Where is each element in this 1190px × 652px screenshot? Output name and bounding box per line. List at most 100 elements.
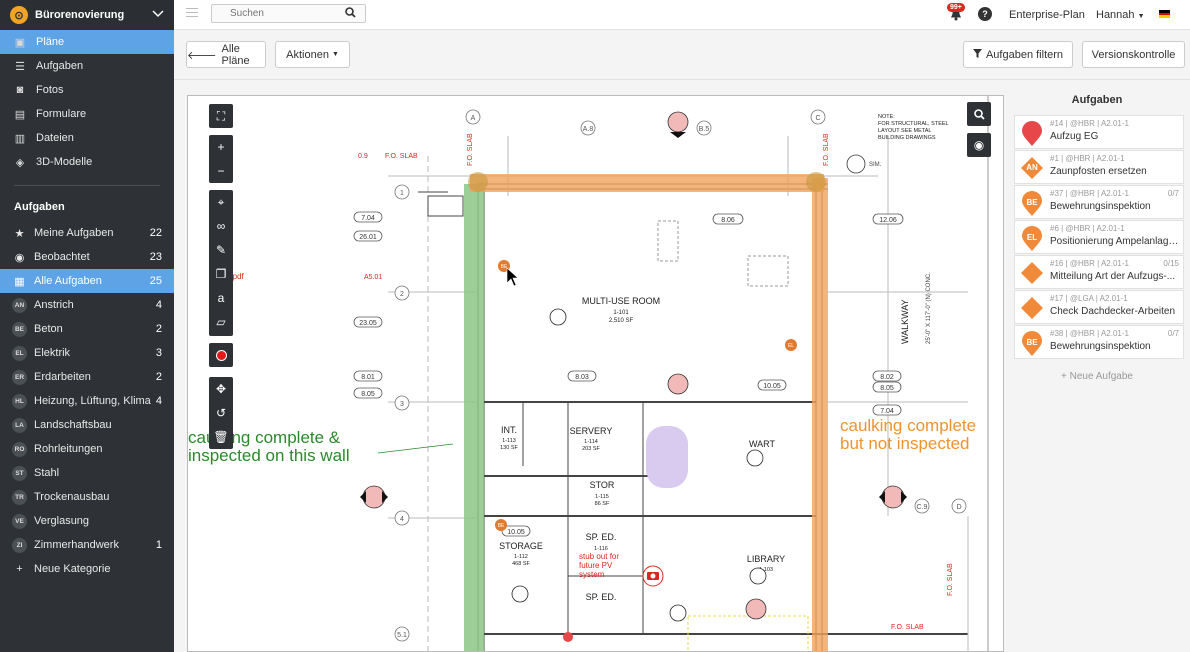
new-task-link[interactable]: + Neue Aufgabe [1004, 371, 1190, 382]
task-category-an[interactable]: AN Anstrich 4 [0, 293, 174, 317]
task-category-ro[interactable]: RO Rohrleitungen [0, 437, 174, 461]
nav-label: Dateien [36, 132, 74, 144]
actions-dropdown[interactable]: Aktionen ▼ [275, 41, 350, 68]
section-marker[interactable] [667, 111, 689, 138]
task-category-el[interactable]: EL Elektrik 3 [0, 341, 174, 365]
caret-down-icon: ▼ [331, 51, 339, 58]
task-card[interactable]: AN #1 | @HBR | A2.01-1 Zaunpfosten ersetze… [1014, 150, 1184, 184]
nav-files[interactable]: ▥ Dateien [0, 126, 174, 150]
task-category-plus-icon[interactable]: + Neue Kategorie [0, 557, 174, 581]
floor-plan-drawing[interactable]: A C 1 2 3 4 5.1 A.8 B.5 D C.9 7.04 26.01… [188, 96, 1004, 652]
orange-note-line2[interactable]: but not inspected [840, 434, 969, 453]
task-card[interactable]: #17 | @LGA | A2.01-1 Check Dachdecker-Arb… [1014, 290, 1184, 324]
room-number: 1-112 [514, 554, 528, 560]
task-name: Bewehrungsinspektion [1050, 201, 1151, 212]
help-icon[interactable]: ? [978, 7, 992, 21]
nav-plans[interactable]: ▣ Pläne [0, 30, 174, 54]
chevron-down-icon[interactable] [152, 9, 164, 21]
orange-note-line1[interactable]: caulking complete [840, 416, 976, 435]
trash-icon[interactable]: 🗑 [209, 425, 233, 449]
version-control-button[interactable]: Versionskontrolle [1082, 41, 1185, 68]
move-icon[interactable]: ✥ [209, 377, 233, 401]
purple-markup[interactable] [646, 426, 688, 488]
camera-pin-icon[interactable] [642, 565, 664, 587]
zoom-out-icon[interactable]: − [209, 159, 233, 183]
user-menu[interactable]: Hannah ▼ [1096, 9, 1145, 21]
nav-photos[interactable]: ◙ Fotos [0, 78, 174, 102]
red-note-line3[interactable]: system [579, 570, 605, 579]
visibility-icon[interactable]: ◉ [967, 133, 991, 157]
filter-tasks-button[interactable]: Aufgaben filtern [963, 41, 1073, 68]
task-card[interactable]: BE #37 | @HBR | A2.01-1 Bewehrungsinspekti… [1014, 185, 1184, 219]
task-card[interactable]: BE #38 | @HBR | A2.01-1 Bewehrungsinspekti… [1014, 325, 1184, 359]
section-marker[interactable] [879, 485, 907, 509]
nav-forms[interactable]: ▤ Formulare [0, 102, 174, 126]
grid-label: D [956, 504, 961, 511]
red-pin-icon[interactable] [563, 632, 573, 642]
search-plan-icon[interactable] [967, 102, 991, 126]
project-selector[interactable]: ⊙ Bürorenovierung [0, 0, 174, 30]
back-to-plans-button[interactable]: 🡐 Alle Pläne [186, 41, 266, 68]
task-category-star-icon[interactable]: ★ Meine Aufgaben 22 [0, 221, 174, 245]
copy-icon[interactable]: ❐ [209, 262, 233, 286]
task-category-eye-icon[interactable]: ◉ Beobachtet 23 [0, 245, 174, 269]
german-flag-icon[interactable] [1159, 10, 1170, 18]
blueprint-sheet[interactable]: A C 1 2 3 4 5.1 A.8 B.5 D C.9 7.04 26.01… [187, 95, 1004, 652]
task-marker-el[interactable]: EL [785, 339, 797, 351]
task-category-st[interactable]: ST Stahl [0, 461, 174, 485]
section-marker[interactable] [360, 485, 388, 509]
task-category-be[interactable]: BE Beton 2 [0, 317, 174, 341]
task-pin-icon: EL [1020, 226, 1044, 251]
category-label: Erdarbeiten [34, 371, 91, 383]
menu-icon[interactable] [186, 8, 198, 20]
pen-icon[interactable]: ✎ [209, 238, 233, 262]
link-icon[interactable]: ∞ [209, 214, 233, 238]
task-marker-be[interactable]: BE [495, 519, 507, 531]
room-area: 2,510 SF [609, 318, 634, 324]
ruler-icon[interactable]: ▱ [209, 310, 233, 334]
undo-icon[interactable]: ↺ [209, 401, 233, 425]
grid-label: A.8 [583, 126, 594, 133]
orange-markup-right[interactable] [812, 178, 828, 652]
section-marker[interactable] [846, 154, 866, 174]
task-category-zi[interactable]: ZI Zimmerhandwerk 1 [0, 533, 174, 557]
room-number: 1-101 [613, 310, 629, 316]
category-count: 22 [149, 227, 162, 239]
sheet-reference[interactable]: A5.01 [364, 274, 382, 281]
fullscreen-toolbar: ⛶ [209, 104, 233, 128]
task-category-er[interactable]: ER Erdarbeiten 2 [0, 365, 174, 389]
nav-3d-models[interactable]: ◈ 3D-Modelle [0, 150, 174, 174]
orange-markup-top[interactable] [470, 174, 824, 192]
category-badge: ER [12, 369, 27, 385]
text-icon[interactable]: a [209, 286, 233, 310]
task-card[interactable]: #14 | @HBR | A2.01-1 Aufzug EG [1014, 115, 1184, 149]
color-picker-icon[interactable] [209, 343, 233, 367]
red-note-line2[interactable]: future PV [579, 561, 613, 570]
notification-badge[interactable]: 99+ [947, 3, 965, 12]
green-markup[interactable] [464, 184, 484, 652]
task-category-ve[interactable]: VE Verglasung [0, 509, 174, 533]
search-icon[interactable] [345, 7, 356, 21]
marker-code: BE [498, 523, 505, 529]
task-category-grid-icon[interactable]: ▦ Alle Aufgaben 25 [0, 269, 174, 293]
section-marker[interactable] [745, 598, 767, 620]
zoom-in-icon[interactable]: + [209, 135, 233, 159]
plan-viewer[interactable]: A C 1 2 3 4 5.1 A.8 B.5 D C.9 7.04 26.01… [174, 81, 1004, 652]
section-marker[interactable] [667, 373, 689, 395]
search-input[interactable] [211, 4, 366, 23]
room-area: 203 SF [582, 446, 600, 452]
task-card[interactable]: EL #6 | @HBR | A2.01-1 Positionierung Ampe… [1014, 220, 1184, 254]
task-category-tr[interactable]: TR Trockenausbau [0, 485, 174, 509]
plan-link[interactable]: Enterprise-Plan [1009, 9, 1085, 21]
pin-icon[interactable]: ⌖ [209, 190, 233, 214]
task-category-la[interactable]: LA Landschaftsbau [0, 413, 174, 437]
category-badge: ZI [12, 537, 27, 553]
marker-badge-text: BE [1026, 338, 1038, 347]
nav-tasks[interactable]: ☰ Aufgaben [0, 54, 174, 78]
task-card[interactable]: #16 | @HBR | A2.01-1 Mitteilung Art der A… [1014, 255, 1184, 289]
task-name: Zaunpfosten ersetzen [1050, 166, 1147, 177]
task-category-hl[interactable]: HL Heizung, Lüftung, Klima 4 [0, 389, 174, 413]
fullscreen-icon[interactable]: ⛶ [209, 104, 233, 128]
red-note-line1[interactable]: stub out for [579, 552, 619, 561]
list-icon: ☰ [15, 60, 25, 73]
